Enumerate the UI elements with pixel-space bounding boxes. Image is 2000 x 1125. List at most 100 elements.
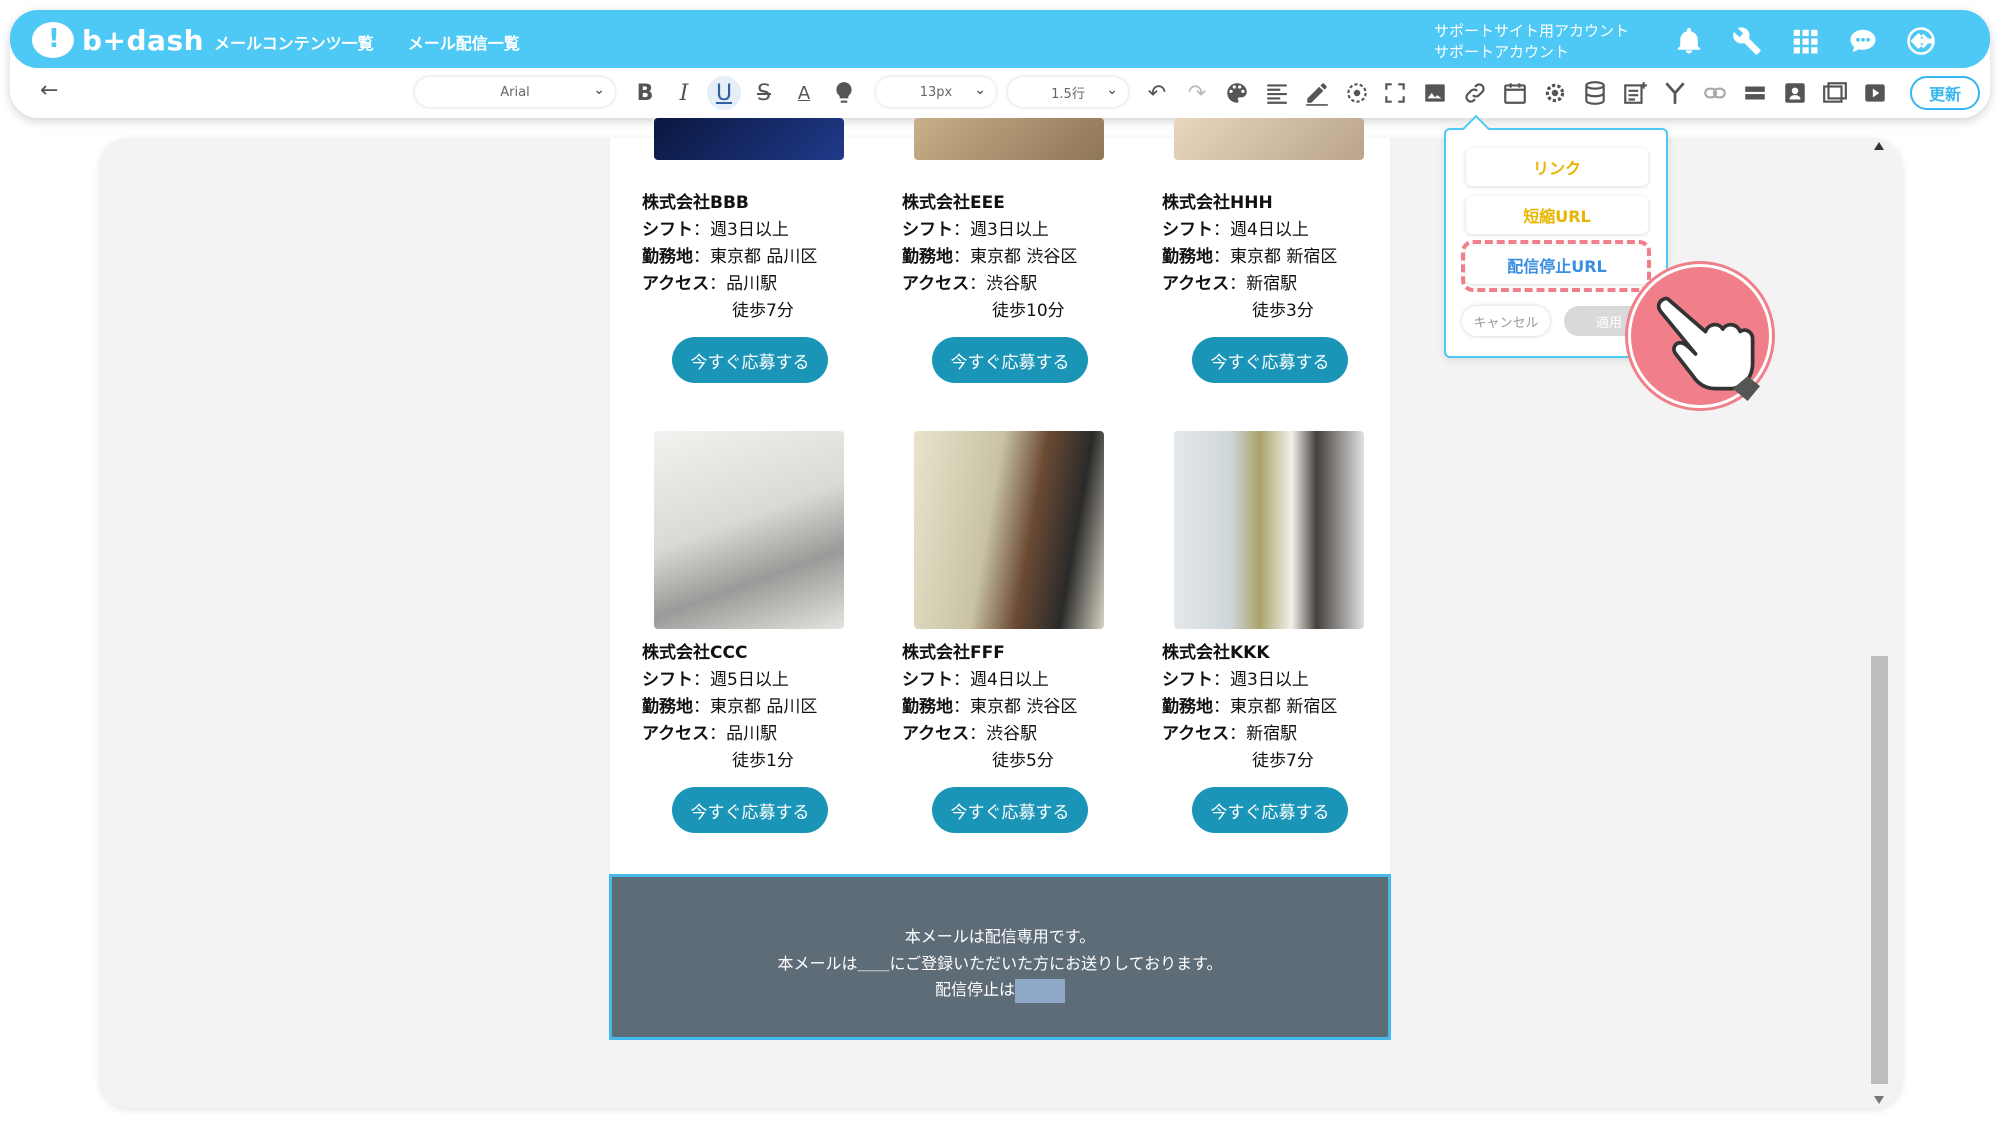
settings-icon[interactable] <box>1538 76 1572 110</box>
video-icon[interactable] <box>1858 76 1892 110</box>
apps-grid-icon[interactable] <box>1786 24 1824 58</box>
shift-line: シフト：週3日以上 <box>642 220 789 240</box>
branch-icon[interactable] <box>1658 76 1692 110</box>
company-name: 株式会社BBB <box>642 193 749 213</box>
line-height-select[interactable]: 1.5行 ⌄ <box>1008 77 1128 107</box>
update-button[interactable]: 更新 <box>1910 76 1980 110</box>
logo-bubble-icon <box>32 22 74 58</box>
company-name: 株式会社EEE <box>902 193 1005 213</box>
job-photo <box>914 118 1104 160</box>
vertical-scrollbar[interactable] <box>1870 140 1890 1106</box>
scroll-thumb[interactable] <box>1871 656 1888 1084</box>
access-line: アクセス：品川駅 <box>642 274 778 294</box>
footer-line-2: 本メールは＿＿にご登録いただいた方にお送りしております。 <box>777 954 1223 973</box>
chat-icon[interactable] <box>1844 24 1882 58</box>
line-height-value: 1.5行 <box>1051 86 1085 102</box>
location-line: 勤務地：東京都 品川区 <box>642 247 818 267</box>
template-icon[interactable] <box>1818 76 1852 110</box>
walk-time: 徒歩1分 <box>732 751 794 771</box>
account-info[interactable]: サポートサイト用アカウント サポートアカウント <box>1434 21 1629 63</box>
top-nav: メールコンテンツ一覧 メール配信一覧 <box>214 30 520 54</box>
undo-icon[interactable]: ↶ <box>1140 76 1174 110</box>
palette-icon[interactable] <box>1220 76 1254 110</box>
underline-icon[interactable]: U <box>707 76 741 110</box>
email-body: 株式会社BBB シフト：週3日以上 勤務地：東京都 品川区 アクセス：品川駅 徒… <box>610 118 1390 874</box>
redo-icon[interactable]: ↷ <box>1180 76 1214 110</box>
apply-now-button[interactable]: 今すぐ応募する <box>1192 787 1348 833</box>
chevron-down-icon: ⌄ <box>1106 82 1118 98</box>
editor-toolbar: ← Arial ⌄ B I U S A 13px ⌄ 1.5行 ⌄ ↶ ↷ 更新 <box>10 72 1990 116</box>
link-icon[interactable] <box>1458 76 1492 110</box>
font-family-value: Arial <box>500 84 530 100</box>
font-color-icon[interactable]: A <box>787 76 821 110</box>
footer-line-3: 配信停止は <box>612 976 1388 1003</box>
nav-mail-deliveries[interactable]: メール配信一覧 <box>408 30 520 54</box>
top-icons <box>1670 24 1940 58</box>
back-arrow-icon[interactable]: ← <box>40 78 58 103</box>
walk-time: 徒歩7分 <box>1252 751 1314 771</box>
job-photo <box>914 431 1104 629</box>
pointer-hand-icon <box>1628 264 1772 408</box>
highlight-icon[interactable] <box>827 76 861 110</box>
access-line: アクセス：新宿駅 <box>1162 724 1298 744</box>
apply-now-button[interactable]: 今すぐ応募する <box>932 337 1088 383</box>
apply-now-button[interactable]: 今すぐ応募する <box>932 787 1088 833</box>
font-family-select[interactable]: Arial ⌄ <box>415 77 615 107</box>
access-line: アクセス：新宿駅 <box>1162 274 1298 294</box>
company-name: 株式会社KKK <box>1162 643 1270 663</box>
italic-icon[interactable]: I <box>667 76 701 110</box>
shift-line: シフト：週4日以上 <box>902 670 1049 690</box>
annotation-dashed-highlight <box>1461 240 1651 292</box>
bold-icon[interactable]: B <box>628 76 662 110</box>
location-line: 勤務地：東京都 新宿区 <box>1162 697 1338 717</box>
nav-mail-contents[interactable]: メールコンテンツ一覧 <box>214 30 374 54</box>
contact-card-icon[interactable] <box>1778 76 1812 110</box>
job-photo <box>654 118 844 160</box>
font-size-value: 13px <box>919 84 953 100</box>
align-icon[interactable] <box>1260 76 1294 110</box>
logout-icon[interactable] <box>1902 24 1940 58</box>
calendar-icon[interactable] <box>1498 76 1532 110</box>
walk-time: 徒歩3分 <box>1252 301 1314 321</box>
account-line2: サポートアカウント <box>1434 43 1570 61</box>
access-line: アクセス：品川駅 <box>642 724 778 744</box>
scroll-down-icon[interactable] <box>1874 1096 1884 1104</box>
footer-line-1: 本メールは配信専用です。 <box>904 927 1096 946</box>
email-footer-block[interactable]: 本メールは配信専用です。 本メールは＿＿にご登録いただいた方にお送りしております… <box>609 874 1391 1040</box>
shift-line: シフト：週5日以上 <box>642 670 789 690</box>
walk-time: 徒歩7分 <box>732 301 794 321</box>
divider-icon[interactable] <box>1738 76 1772 110</box>
bell-icon[interactable] <box>1670 24 1708 58</box>
font-size-select[interactable]: 13px ⌄ <box>876 77 996 107</box>
scroll-up-icon[interactable] <box>1874 142 1884 150</box>
wrench-icon[interactable] <box>1728 24 1766 58</box>
shift-line: シフト：週4日以上 <box>1162 220 1309 240</box>
company-name: 株式会社CCC <box>642 643 748 663</box>
apply-now-button[interactable]: 今すぐ応募する <box>1192 337 1348 383</box>
walk-time: 徒歩5分 <box>992 751 1054 771</box>
fullscreen-icon[interactable] <box>1378 76 1412 110</box>
cancel-button[interactable]: キャンセル <box>1462 306 1550 336</box>
chain-icon[interactable] <box>1698 76 1732 110</box>
account-line1: サポートサイト用アカウント <box>1434 22 1630 40</box>
target-icon[interactable] <box>1340 76 1374 110</box>
location-line: 勤務地：東京都 品川区 <box>642 697 818 717</box>
link-option[interactable]: リンク <box>1466 148 1648 186</box>
company-name: 株式会社FFF <box>902 643 1005 663</box>
image-icon[interactable] <box>1418 76 1452 110</box>
apply-now-button[interactable]: 今すぐ応募する <box>672 787 828 833</box>
job-photo <box>1174 118 1364 160</box>
selected-text-highlight[interactable] <box>1015 978 1065 1003</box>
company-name: 株式会社HHH <box>1162 193 1273 213</box>
pen-icon[interactable] <box>1300 76 1334 110</box>
top-bar: b+dash メールコンテンツ一覧 メール配信一覧 サポートサイト用アカウント … <box>10 10 1990 68</box>
note-icon[interactable] <box>1618 76 1652 110</box>
database-icon[interactable] <box>1578 76 1612 110</box>
logo[interactable]: b+dash <box>32 20 204 60</box>
job-photo <box>654 431 844 629</box>
strikethrough-icon[interactable]: S <box>747 76 781 110</box>
apply-now-button[interactable]: 今すぐ応募する <box>672 337 828 383</box>
location-line: 勤務地：東京都 渋谷区 <box>902 697 1078 717</box>
short-url-option[interactable]: 短縮URL <box>1466 196 1648 234</box>
chevron-down-icon: ⌄ <box>593 82 605 98</box>
